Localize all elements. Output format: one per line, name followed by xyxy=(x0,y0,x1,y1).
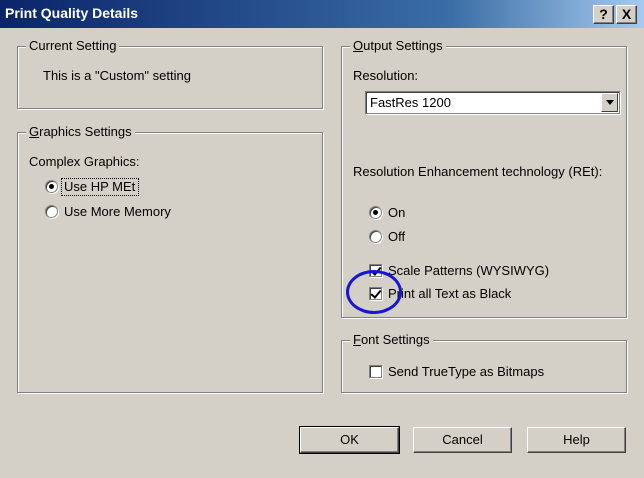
help-title-button[interactable]: ? xyxy=(593,5,614,24)
current-setting-group: Current Setting This is a "Custom" setti… xyxy=(17,38,323,109)
scale-patterns-label[interactable]: Scale Patterns (WYSIWYG) xyxy=(388,263,549,279)
send-truetype-checkbox[interactable] xyxy=(369,365,382,378)
use-more-memory-radio[interactable] xyxy=(45,205,58,218)
output-settings-label: Output Settings xyxy=(350,38,446,54)
title-bar[interactable]: Print Quality Details ? X xyxy=(0,0,644,29)
print-text-black-label[interactable]: Print all Text as Black xyxy=(388,286,511,302)
ret-on-label[interactable]: On xyxy=(388,205,405,221)
send-truetype-label[interactable]: Send TrueType as Bitmaps xyxy=(388,364,544,380)
graphics-settings-label: Graphics Settings xyxy=(26,124,135,140)
chevron-down-icon[interactable] xyxy=(601,93,618,112)
graphics-settings-group: Graphics Settings Complex Graphics: Use … xyxy=(17,124,323,393)
use-hp-met-radio[interactable] xyxy=(45,180,58,193)
current-setting-text: This is a "Custom" setting xyxy=(43,68,191,83)
ok-button[interactable]: OK xyxy=(299,426,400,454)
use-more-memory-label[interactable]: Use More Memory xyxy=(64,204,171,220)
resolution-value: FastRes 1200 xyxy=(370,95,451,110)
font-settings-label: Font Settings xyxy=(350,332,433,348)
ret-off-label[interactable]: Off xyxy=(388,229,405,245)
ret-label: Resolution Enhancement technology (REt): xyxy=(353,164,603,179)
window-title: Print Quality Details xyxy=(5,5,139,21)
close-title-button[interactable]: X xyxy=(616,5,637,24)
help-button[interactable]: Help xyxy=(527,427,626,453)
ret-off-radio[interactable] xyxy=(369,230,382,243)
use-hp-met-label[interactable]: Use HP MEt xyxy=(64,179,135,195)
font-settings-group: Font Settings Send TrueType as Bitmaps xyxy=(341,332,627,393)
resolution-label: Resolution: xyxy=(353,68,419,83)
ret-on-radio[interactable] xyxy=(369,206,382,219)
annotation-circle xyxy=(346,270,402,314)
cancel-button[interactable]: Cancel xyxy=(413,427,512,453)
resolution-select[interactable]: FastRes 1200 xyxy=(365,91,620,114)
complex-graphics-label: Complex Graphics: xyxy=(29,154,140,169)
current-setting-label: Current Setting xyxy=(26,38,120,54)
